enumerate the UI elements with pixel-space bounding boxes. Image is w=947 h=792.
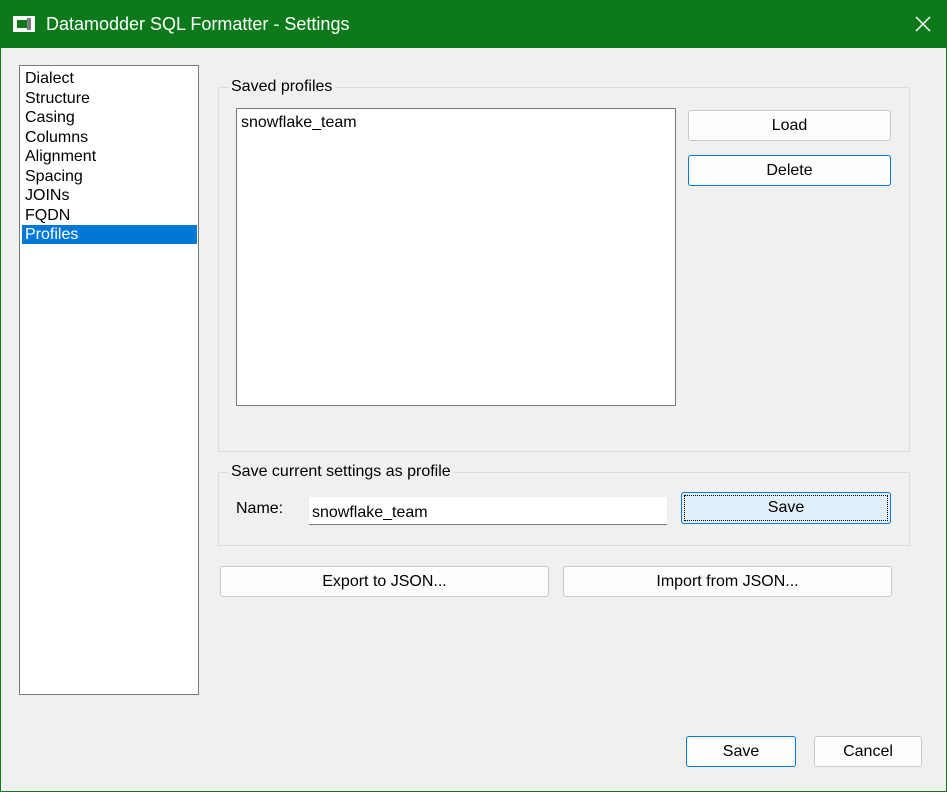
profile-name-input[interactable]: [309, 497, 667, 525]
nav-item-joins[interactable]: JOINs: [22, 186, 197, 205]
close-icon: [915, 16, 931, 32]
export-json-button[interactable]: Export to JSON...: [220, 566, 549, 597]
title-bar[interactable]: Datamodder SQL Formatter - Settings: [1, 1, 946, 48]
load-profile-button[interactable]: Load: [688, 110, 891, 141]
settings-window: Datamodder SQL Formatter - Settings Dial…: [0, 0, 947, 792]
profile-list-item[interactable]: snowflake_team: [241, 114, 357, 132]
close-button[interactable]: [900, 1, 946, 48]
import-json-button[interactable]: Import from JSON...: [563, 566, 892, 597]
settings-category-list[interactable]: Dialect Structure Casing Columns Alignme…: [19, 65, 199, 695]
nav-item-profiles[interactable]: Profiles: [22, 225, 197, 244]
nav-item-alignment[interactable]: Alignment: [22, 147, 197, 166]
app-window-icon: [13, 16, 35, 32]
delete-profile-button[interactable]: Delete: [688, 155, 891, 186]
saved-profiles-group-title: Saved profiles: [228, 78, 336, 96]
saved-profiles-list[interactable]: snowflake_team: [236, 108, 676, 406]
save-profile-group-title: Save current settings as profile: [228, 463, 454, 481]
nav-item-spacing[interactable]: Spacing: [22, 167, 197, 186]
nav-item-columns[interactable]: Columns: [22, 128, 197, 147]
nav-item-casing[interactable]: Casing: [22, 108, 197, 127]
nav-item-fqdn[interactable]: FQDN: [22, 206, 197, 225]
save-profile-button[interactable]: Save: [681, 492, 891, 524]
nav-item-structure[interactable]: Structure: [22, 89, 197, 108]
dialog-cancel-button[interactable]: Cancel: [814, 736, 922, 767]
dialog-save-button[interactable]: Save: [686, 736, 796, 767]
nav-item-dialect[interactable]: Dialect: [22, 69, 197, 88]
save-profile-button-label: Save: [767, 499, 805, 516]
window-title: Datamodder SQL Formatter - Settings: [46, 14, 350, 34]
profile-name-label: Name:: [236, 500, 284, 517]
